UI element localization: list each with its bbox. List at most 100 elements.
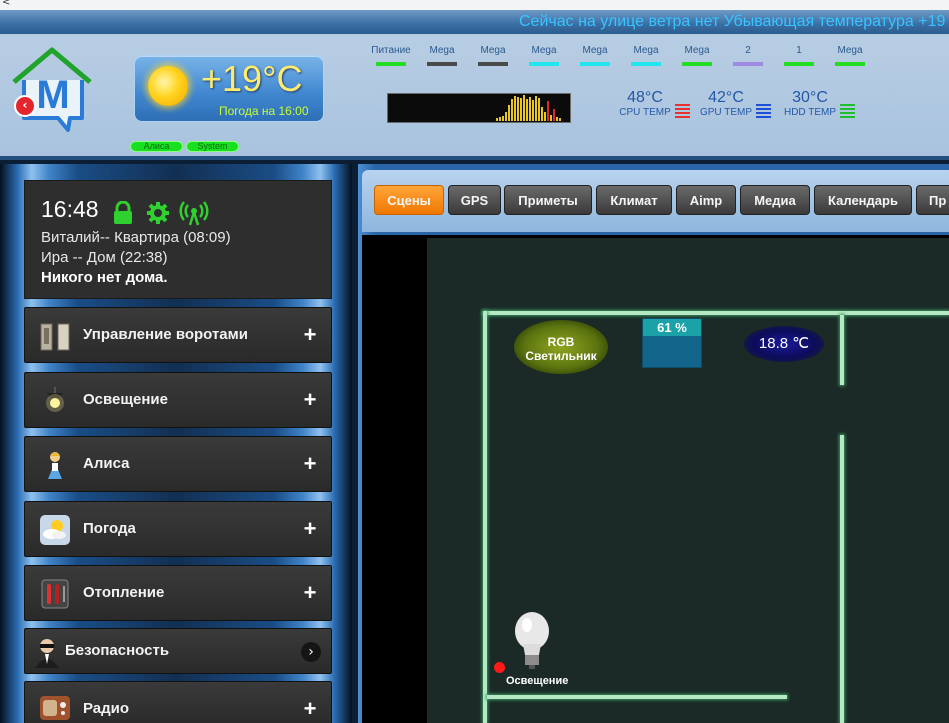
tab-climate[interactable]: Климат	[596, 185, 672, 215]
logo-back-button[interactable]: ‹	[14, 95, 36, 117]
spectrum-bar	[556, 117, 558, 121]
weather-widget[interactable]: +19°C Погода на 16:00	[134, 55, 324, 122]
wall-left	[483, 311, 487, 723]
expand-plus-icon[interactable]: +	[301, 453, 319, 475]
expand-plus-icon[interactable]: +	[301, 698, 319, 720]
menu-item-security[interactable]: Безопасность ›	[24, 628, 332, 674]
indicator-bar	[376, 62, 406, 66]
spectrum-bar	[496, 118, 498, 121]
indicator-label: Mega	[837, 45, 863, 56]
weather-ticker: Сейчас на улице ветра нет Убывающая темп…	[519, 13, 946, 30]
presence-ira: Ира -- Дом (22:38)	[41, 249, 168, 266]
menu-item-weather[interactable]: Погода +	[24, 501, 332, 557]
spectrum-bar	[523, 95, 525, 121]
tab-omens[interactable]: Приметы	[504, 185, 592, 215]
humidity-widget[interactable]: 61 %	[642, 318, 702, 368]
humidity-value: 61 %	[643, 319, 701, 336]
gpu-temp-bars	[756, 104, 771, 120]
tab-aimp[interactable]: Aimp	[676, 185, 736, 215]
menu-item-alice[interactable]: Алиса +	[24, 436, 332, 492]
gpu-temp-value: 42°C	[708, 89, 744, 106]
indicator-label: 1	[796, 45, 802, 56]
presence-panel: 16:48 Виталий-- Квартира (08:09) Ира -- …	[24, 180, 332, 299]
top-strip: <	[0, 0, 949, 10]
tab-scenes[interactable]: Сцены	[374, 185, 444, 215]
spectrum-bar	[538, 98, 540, 121]
spectrum-bar	[499, 117, 501, 121]
menu-label: Освещение	[83, 391, 168, 408]
menu-item-radio[interactable]: Радио +	[24, 681, 332, 723]
indicator-mega-3: Mega	[519, 45, 569, 66]
tab-gps[interactable]: GPS	[448, 185, 501, 215]
sun-icon	[148, 66, 188, 106]
wifi-signal-icon[interactable]	[179, 200, 209, 226]
indicator-mega-5: Mega	[621, 45, 671, 66]
home-logo-icon[interactable]: M	[10, 42, 94, 132]
logo-letter: M	[36, 73, 69, 117]
room-temperature[interactable]: 18.8 ℃	[744, 326, 824, 362]
expand-plus-icon[interactable]: +	[301, 324, 319, 346]
alice-status-pill[interactable]: Алиса	[130, 141, 183, 152]
rgb-lamp-button[interactable]: RGB Светильник	[514, 320, 608, 374]
gpu-temp: 42°C GPU TEMP	[694, 89, 774, 118]
audio-spectrum	[387, 93, 571, 123]
tab-media[interactable]: Медиа	[740, 185, 810, 215]
spectrum-bar	[532, 100, 534, 121]
lightbulb-icon[interactable]	[512, 611, 552, 671]
spectrum-bar	[526, 99, 528, 121]
spectrum-bar	[553, 109, 555, 121]
security-icon	[35, 639, 59, 668]
expand-plus-icon[interactable]: +	[301, 582, 319, 604]
cpu-temp: 48°C CPU TEMP	[613, 89, 693, 118]
indicator-bar	[427, 62, 457, 66]
gate-icon	[40, 323, 70, 351]
indicator-label: Питание	[371, 45, 411, 56]
menu-item-gates[interactable]: Управление воротами +	[24, 307, 332, 363]
indicator-bar	[733, 62, 763, 66]
wall-bottom	[487, 695, 787, 699]
gear-icon[interactable]	[146, 201, 170, 225]
outdoor-temperature: +19°C	[201, 58, 303, 99]
clock: 16:48	[41, 196, 99, 222]
lamp-status-dot	[494, 662, 505, 673]
gpu-temp-label: GPU TEMP	[699, 107, 753, 118]
indicator-label: 2	[745, 45, 751, 56]
weather-time: Погода на 16:00	[219, 104, 309, 118]
spectrum-bar	[547, 101, 549, 121]
system-status-pill[interactable]: System	[186, 141, 239, 152]
indicator-2: 2	[723, 45, 773, 66]
spectrum-bar	[505, 112, 507, 121]
cpu-temp-label: CPU TEMP	[619, 107, 671, 118]
indicator-1: 1	[774, 45, 824, 66]
indicator-bar	[478, 62, 508, 66]
spectrum-bar	[541, 107, 543, 121]
indicator-bar	[682, 62, 712, 66]
expand-plus-icon[interactable]: +	[301, 518, 319, 540]
hdd-temp-value: 30°C	[792, 89, 828, 106]
spectrum-bar	[550, 115, 552, 121]
spectrum-bar	[529, 97, 531, 121]
hdd-temp: 30°C HDD TEMP	[778, 89, 858, 118]
menu-label: Погода	[83, 520, 136, 537]
chevron-right-icon[interactable]: ›	[301, 642, 321, 662]
indicator-mega-6: Mega	[672, 45, 722, 66]
lock-icon[interactable]	[112, 201, 134, 225]
menu-label: Алиса	[83, 455, 130, 472]
back-arrow-icon[interactable]: <	[2, 0, 10, 8]
menu-item-heating[interactable]: Отопление +	[24, 565, 332, 621]
tab-more[interactable]: Пр	[916, 185, 949, 215]
indicator-power: Питание	[366, 45, 416, 66]
tab-calendar[interactable]: Календарь	[814, 185, 912, 215]
spectrum-bar	[559, 118, 561, 121]
spectrum-bar	[511, 99, 513, 121]
cpu-temp-value: 48°C	[627, 89, 663, 106]
cpu-temp-bars	[675, 104, 690, 120]
indicator-bar	[784, 62, 814, 66]
hdd-temp-label: HDD TEMP	[783, 107, 837, 118]
menu-item-lighting[interactable]: Освещение +	[24, 372, 332, 428]
indicator-mega-7: Mega	[825, 45, 875, 66]
indicator-label: Mega	[480, 45, 506, 56]
expand-plus-icon[interactable]: +	[301, 389, 319, 411]
wall-middle-upper	[840, 315, 844, 385]
alice-icon	[48, 452, 62, 479]
